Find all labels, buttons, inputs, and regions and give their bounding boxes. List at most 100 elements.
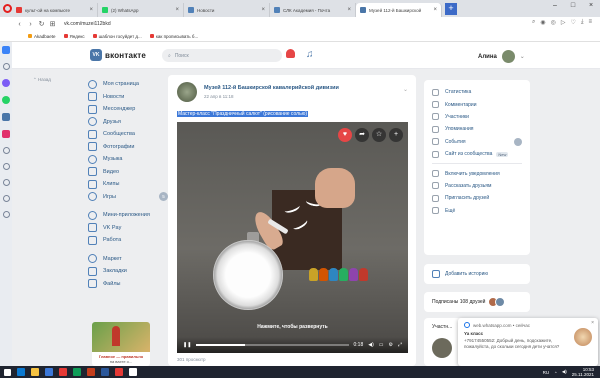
tab-close-icon[interactable]: ×	[261, 7, 265, 13]
community-action-item[interactable]: Сайт из сообщества New	[424, 148, 530, 160]
windows-start-icon[interactable]	[4, 368, 11, 376]
menu-item[interactable]: Друзья	[88, 116, 168, 129]
player-icon[interactable]	[2, 163, 10, 170]
add-icon[interactable]: +	[389, 128, 403, 142]
whatsapp-notification[interactable]: web.whatsapp.com • сейчас Ya класс +7917…	[458, 318, 598, 366]
menu-item[interactable]: Мессенджер	[88, 103, 168, 116]
messenger-icon[interactable]	[2, 79, 10, 87]
search-icon[interactable]: ⌕	[532, 19, 535, 26]
browser-tab[interactable]: (2) WhatsApp ×	[98, 3, 184, 17]
menu-item[interactable]: Мини-приложения	[88, 209, 168, 222]
video-expand-hint[interactable]: Нажмите, чтобы развернуть	[177, 324, 408, 330]
taskbar-app-icon[interactable]	[129, 368, 137, 376]
taskbar-app-icon[interactable]	[17, 368, 25, 376]
clock[interactable]: 10:53 25.11.2021	[572, 367, 594, 377]
taskbar-app-icon[interactable]	[31, 368, 39, 376]
opera-logo-icon[interactable]	[3, 4, 12, 13]
minimize-icon[interactable]: –	[546, 0, 564, 12]
menu-item[interactable]: Видео	[88, 166, 168, 179]
tab-close-icon[interactable]: ×	[175, 7, 179, 13]
tab-close-icon[interactable]: ×	[433, 7, 437, 13]
like-heart-icon[interactable]: ♥	[338, 128, 352, 142]
menu-item[interactable]: Работа	[88, 234, 168, 247]
post-author[interactable]: Музей 112-й Башкирской кавалерийской див…	[204, 85, 339, 91]
vpn-icon[interactable]: ◎	[551, 19, 556, 26]
community-action-item[interactable]: Пригласить друзей	[424, 192, 530, 204]
video-player[interactable]: ♥ ➦ ☆ + Нажмите, чтобы развернуть ❚❚ 0:1…	[177, 122, 408, 353]
taskbar-app-icon[interactable]	[45, 368, 53, 376]
community-action-item[interactable]: Участники	[424, 111, 530, 123]
menu-item[interactable]: Файлы	[88, 278, 168, 291]
history-icon[interactable]	[2, 195, 10, 202]
close-icon[interactable]: ×	[591, 320, 594, 326]
menu-icon[interactable]: ≡	[588, 19, 592, 26]
community-action-item[interactable]: Упоминания	[424, 123, 530, 135]
bookmark-star-icon[interactable]: ☆	[372, 128, 386, 142]
menu-item[interactable]: Закладки	[88, 265, 168, 278]
bookmark-heart-icon[interactable]: ♡	[570, 19, 575, 26]
menu-item[interactable]: Игры 5	[88, 191, 168, 204]
taskbar-app-icon[interactable]	[73, 368, 81, 376]
clock-icon[interactable]	[2, 147, 10, 154]
community-action-item[interactable]: Статистика	[424, 86, 530, 98]
tab-close-icon[interactable]: ×	[347, 7, 351, 13]
play-icon[interactable]: ▷	[561, 19, 566, 26]
reload-icon[interactable]: ↻	[36, 20, 47, 28]
taskbar-app-icon[interactable]	[87, 368, 95, 376]
heart-icon[interactable]	[2, 179, 10, 186]
browser-tab[interactable]: Музей 112-й Башкирской ×	[356, 3, 442, 17]
bulb-icon[interactable]	[2, 211, 10, 218]
community-action-item[interactable]: Рассказать друзьям	[424, 180, 530, 192]
language-indicator[interactable]: RU	[543, 370, 550, 375]
miniplayer-icon[interactable]: ▭	[379, 342, 384, 348]
vk-logo[interactable]: VK вконтакте	[90, 49, 146, 61]
menu-item[interactable]: Музыка	[88, 153, 168, 166]
pause-icon[interactable]: ❚❚	[183, 342, 191, 348]
add-story-button[interactable]: Добавить историю	[424, 264, 530, 284]
maximize-icon[interactable]: □	[564, 0, 582, 12]
music-note-icon[interactable]: ♫	[306, 49, 314, 60]
post-menu-chevron-icon[interactable]: ⌄	[403, 86, 408, 93]
new-tab-button[interactable]: +	[445, 3, 457, 15]
taskbar-app-icon[interactable]	[59, 368, 67, 376]
menu-item[interactable]: Моя страница	[88, 78, 168, 91]
community-avatar[interactable]	[177, 82, 197, 102]
community-action-item[interactable]: Ещё	[424, 205, 530, 217]
star-icon[interactable]	[2, 63, 10, 70]
bookmark-item[interactable]: как прописывать б...	[149, 34, 198, 39]
settings-icon[interactable]: ⚙	[389, 342, 393, 348]
url-field[interactable]: vk.com/muzei112bkd	[64, 21, 111, 27]
video-progress[interactable]	[196, 344, 349, 346]
speed-dial-icon[interactable]: ⊞	[47, 20, 58, 28]
fullscreen-icon[interactable]: ⤢	[398, 342, 402, 348]
instagram-icon[interactable]	[2, 130, 10, 138]
browser-tab[interactable]: культ-ой на компьюте ×	[12, 3, 98, 17]
taskbar-app-icon[interactable]	[101, 368, 109, 376]
community-action-item[interactable]: Комментарии	[424, 98, 530, 110]
menu-item[interactable]: VK Pay	[88, 222, 168, 235]
close-window-icon[interactable]: ×	[582, 0, 600, 12]
share-icon[interactable]: ➦	[355, 128, 369, 142]
post-date[interactable]: 22 апр в 11:18	[204, 94, 234, 99]
browser-tab[interactable]: СЛК Академия - Почта ×	[270, 3, 356, 17]
bookmark-item[interactable]: шаблон госуйдет д...	[92, 34, 142, 39]
volume-icon[interactable]: ◀)	[368, 342, 374, 348]
forward-icon[interactable]: ›	[25, 21, 36, 28]
browser-tab[interactable]: Новости ×	[184, 3, 270, 17]
tab-close-icon[interactable]: ×	[89, 7, 93, 13]
bookmark-item[interactable]: Akadbaete	[28, 34, 56, 39]
community-action-item[interactable]: Включить уведомления	[424, 167, 530, 179]
game-ad-banner[interactable]: Главное — правильно на вахте о...	[92, 322, 150, 366]
download-icon[interactable]: ⤓	[581, 19, 584, 26]
search-input[interactable]: ⌕ Поиск	[162, 49, 282, 62]
camera-icon[interactable]: ◉	[540, 19, 545, 26]
volume-icon[interactable]: ◀)	[562, 369, 567, 375]
menu-item[interactable]: Фотографии	[88, 141, 168, 154]
menu-item[interactable]: Новости	[88, 91, 168, 104]
menu-item[interactable]: Сообщества	[88, 128, 168, 141]
menu-item[interactable]: Клипы	[88, 178, 168, 191]
user-menu[interactable]: Алина ⌄	[478, 50, 525, 63]
community-action-item[interactable]: События	[424, 136, 530, 148]
notifications-bell-icon[interactable]	[286, 49, 296, 60]
back-icon[interactable]: ‹	[14, 21, 25, 28]
